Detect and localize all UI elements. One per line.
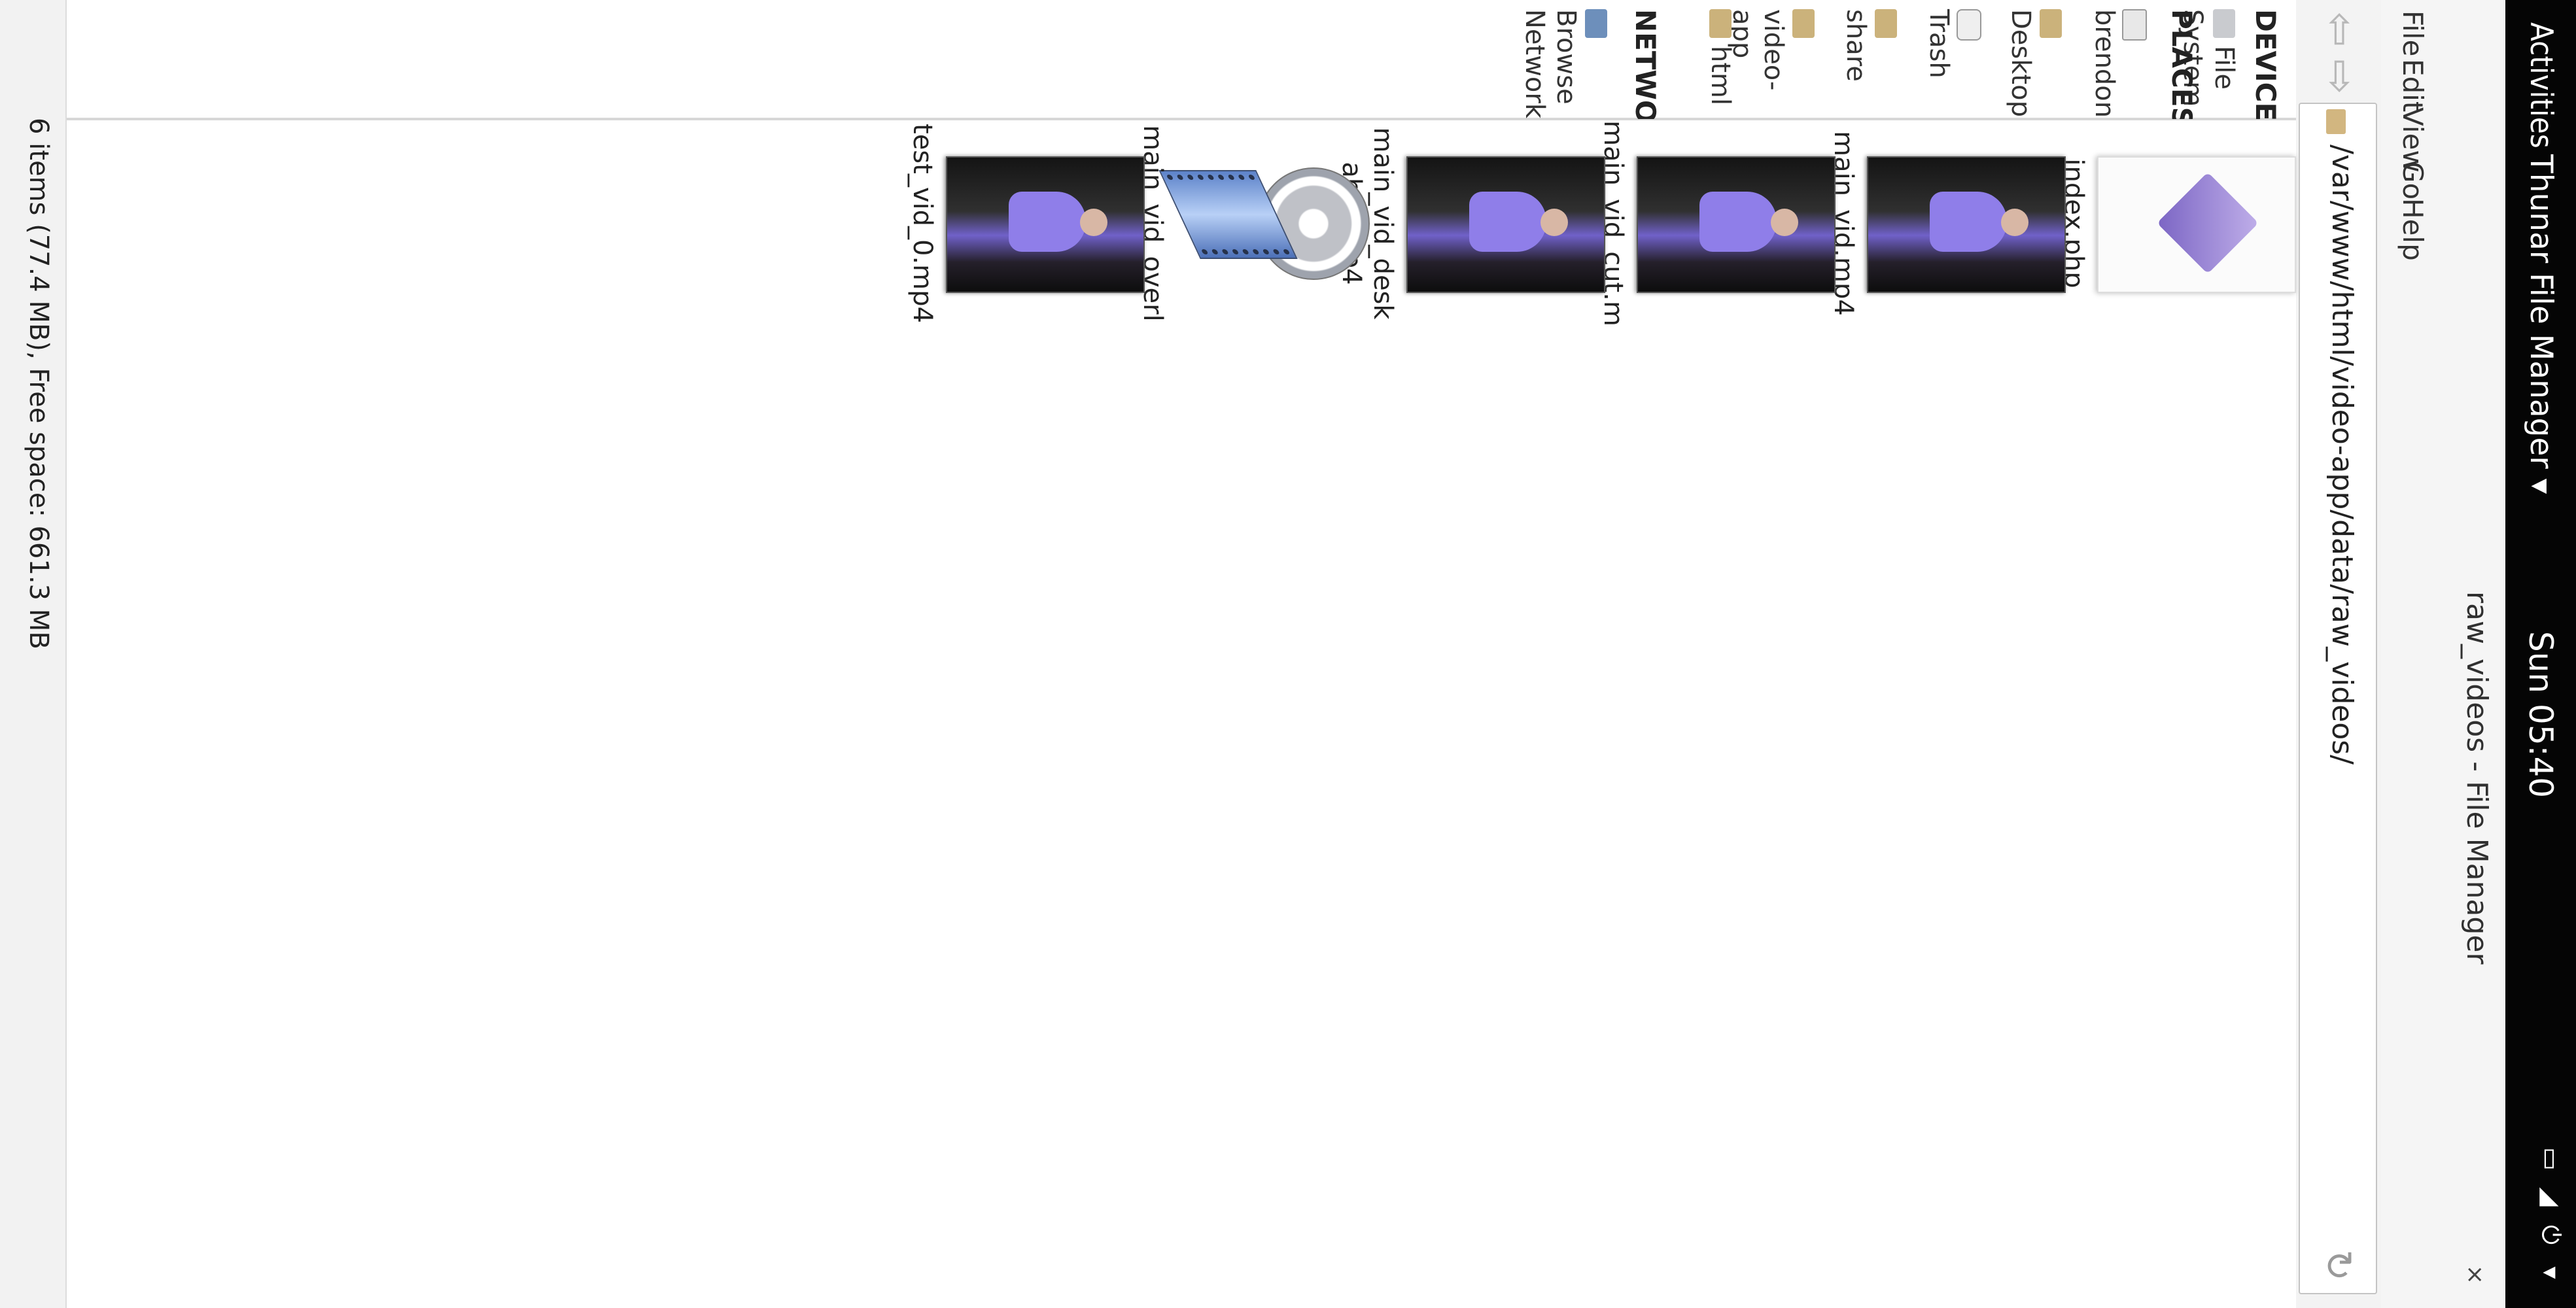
places-heading: PLACES (2166, 9, 2198, 127)
menu-arrow-icon[interactable]: ▾ (2537, 1260, 2566, 1286)
menu-help[interactable]: Help (2397, 198, 2429, 261)
sidebar-item-brendon[interactable]: brendon (2089, 9, 2151, 118)
file-view[interactable]: index.php main_vid.mp4 main_vid_cut.mp4 … (1, 119, 2296, 1308)
close-icon[interactable]: × (2462, 1264, 2488, 1286)
screen: Activities Thunar File Manager ▾ Sun 05:… (0, 0, 2576, 1308)
sidebar-item-html[interactable]: html (1705, 9, 1737, 114)
file-name: test_vid_0.mp4 (907, 124, 937, 323)
php-file-thumbnail[interactable] (2097, 156, 2296, 293)
side-pane: DEVICES File System PLACES brendon Deskt… (13, 0, 2296, 165)
folder-icon (2326, 109, 2346, 134)
drive-icon (2213, 9, 2235, 38)
video-person (1009, 192, 1086, 252)
trash-icon (1957, 9, 1981, 41)
menu-file[interactable]: File (2397, 10, 2429, 56)
activities-button[interactable]: Activities (2512, 22, 2569, 148)
video-head (1540, 209, 1568, 236)
video-thumbnail[interactable] (1406, 156, 1605, 293)
folder-icon (1875, 9, 1897, 38)
menu-edit[interactable]: Edit (2397, 59, 2429, 112)
sidebar-item-share[interactable]: share (1841, 9, 1902, 114)
back-arrow-icon[interactable]: ⇦ (2316, 5, 2364, 54)
home-folder-icon (2122, 9, 2147, 41)
sidebar-item-trash[interactable]: Trash (1924, 9, 1985, 114)
folder-icon (1792, 9, 1815, 38)
video-person (1699, 192, 1777, 252)
menu-go[interactable]: Go (2397, 162, 2429, 199)
location-path[interactable]: /var/www/html/video-app/data/raw_videos/ (2325, 145, 2359, 765)
window-titlebar: raw_videos - File Manager × (2435, 0, 2505, 1308)
app-menu-button[interactable]: Thunar File Manager ▾ (2512, 154, 2569, 494)
video-head (2001, 209, 2028, 236)
status-text: 6 items (77.4 MB), Free space: 661.3 MB (24, 118, 54, 649)
folder-icon (1709, 9, 1732, 38)
php-icon (2157, 172, 2259, 274)
volume-icon[interactable]: ◢ (2537, 1184, 2566, 1210)
location-bar[interactable]: /var/www/html/video-app/data/raw_videos/… (2299, 103, 2377, 1294)
toolbar: ⇦ ⇨ ⇧ ⌂ /var/www/html/video-app/data/raw… (2295, 0, 2381, 1308)
window-title: raw_videos - File Manager (2460, 591, 2494, 965)
power-icon[interactable]: ⏻ (2537, 1222, 2566, 1248)
top-bar: Activities Thunar File Manager ▾ Sun 05:… (2505, 0, 2576, 1308)
forward-arrow-icon[interactable]: ⇨ (2316, 52, 2364, 101)
video-thumbnail[interactable] (1867, 156, 2066, 293)
folder-icon (2040, 9, 2062, 38)
desktop-scene: Activities Thunar File Manager ▾ Sun 05:… (0, 0, 2576, 1308)
reload-icon[interactable]: ↻ (2316, 1249, 2361, 1281)
video-person (1469, 192, 1546, 252)
menu-bar: File Edit View Go Help (2381, 0, 2437, 1308)
video-head (1771, 209, 1798, 236)
video-head (1080, 209, 1107, 236)
sidebar-item-browse-network[interactable]: Browse Network (1520, 9, 1612, 118)
video-thumbnail[interactable] (946, 156, 1145, 293)
network-icon (1585, 9, 1607, 38)
video-person (1930, 192, 2007, 252)
sidebar-item-video-app[interactable]: video-app (1727, 9, 1820, 114)
video-thumbnail[interactable] (1637, 156, 1836, 293)
film-reel-icon[interactable] (1158, 145, 1375, 302)
status-bar: 6 items (77.4 MB), Free space: 661.3 MB (0, 0, 67, 1308)
screen-icon[interactable]: ▭ (2537, 1146, 2566, 1172)
sidebar-item-desktop[interactable]: Desktop (2006, 9, 2067, 117)
clock[interactable]: Sun 05:40 (2512, 631, 2569, 798)
status-area[interactable]: ▭ ◢ ⏻ ▾ (2537, 1146, 2566, 1286)
